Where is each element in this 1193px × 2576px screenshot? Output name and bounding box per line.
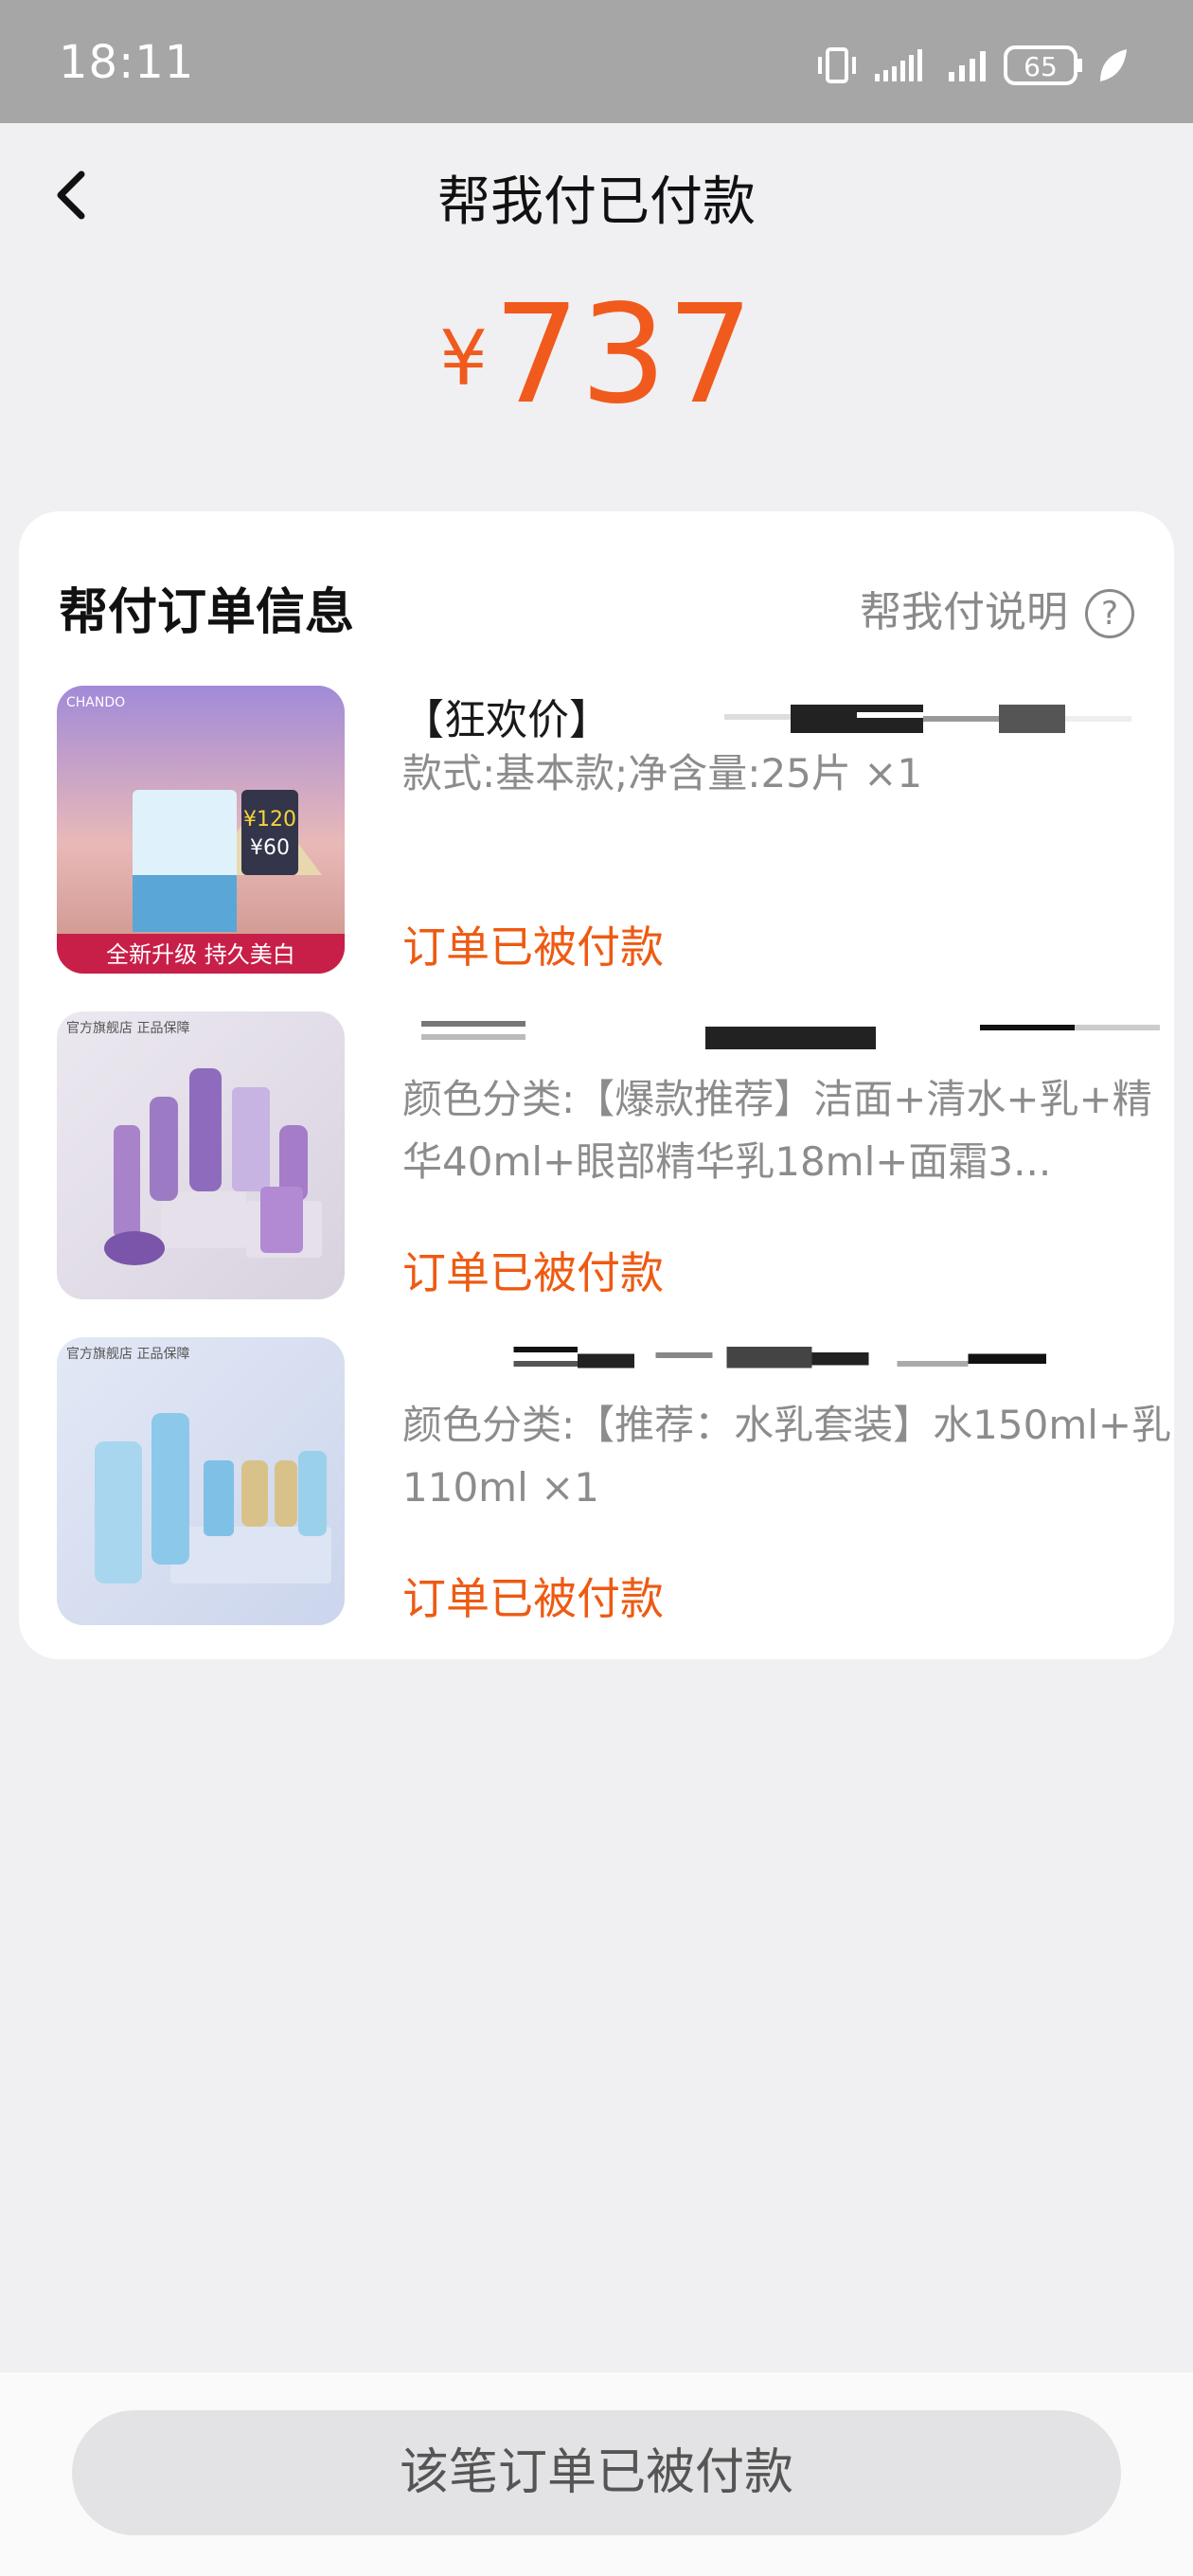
order-info-card: 帮付订单信息 帮我付说明? ¥120 ¥60 CHANDO 全新升级 持久美白 … bbox=[19, 511, 1174, 1659]
status-icons: 65 bbox=[816, 44, 1138, 91]
order-item[interactable]: ¥120 ¥60 CHANDO 全新升级 持久美白 【狂欢价】 款式:基本款;净… bbox=[57, 686, 1146, 974]
status-time: 18:11 bbox=[59, 36, 195, 89]
item-spec: 颜色分类:【推荐：水乳套装】水150ml+乳110ml ×1 bbox=[402, 1402, 1172, 1511]
product-image: 官方旗舰店 正品保障 bbox=[57, 1011, 345, 1299]
product-image: ¥120 ¥60 CHANDO 全新升级 持久美白 bbox=[57, 686, 345, 974]
item-title: 【狂欢价】 bbox=[402, 686, 1188, 744]
card-title: 帮付订单信息 bbox=[59, 584, 355, 641]
currency-symbol: ¥ bbox=[439, 314, 489, 402]
order-item-info: 【狂欢价】 款式:基本款;净含量:25片 ×1 订单已被付款 bbox=[402, 686, 1188, 973]
item-spec: 颜色分类:【爆款推荐】洁面+清水+乳+精华40ml+眼部精华乳18ml+面霜3.… bbox=[402, 1076, 1152, 1185]
item-title-text: 【狂欢价】 bbox=[402, 696, 611, 744]
order-item[interactable]: 官方旗舰店 正品保障 bbox=[57, 1011, 1160, 1299]
order-item[interactable]: 官方旗舰店 正品保障 bbox=[57, 1337, 1171, 1625]
item-status: 订单已被付款 bbox=[402, 921, 664, 973]
question-icon: ? bbox=[1085, 589, 1134, 638]
leaf-icon bbox=[1100, 49, 1127, 81]
redacted-text bbox=[421, 1021, 1160, 1049]
order-item-info: 颜色分类:【爆款推荐】洁面+清水+乳+精华40ml+眼部精华乳18ml+面霜3.… bbox=[402, 1011, 1188, 1298]
nav-bar: 帮我付已付款 bbox=[0, 123, 1193, 256]
status-bar: 18:11 65 bbox=[0, 0, 1193, 123]
thumb-badge: 官方旗舰店 正品保障 bbox=[66, 1347, 189, 1362]
order-paid-button[interactable]: 该笔订单已被付款 bbox=[72, 2410, 1121, 2535]
vibrate-icon bbox=[818, 47, 856, 83]
item-spec: 款式:基本款;净含量:25片 ×1 bbox=[402, 750, 923, 796]
order-item-info: 颜色分类:【推荐：水乳套装】水150ml+乳110ml ×1 订单已被付款 bbox=[402, 1337, 1188, 1624]
svg-text:65: 65 bbox=[1024, 51, 1058, 82]
item-status: 订单已被付款 bbox=[402, 1247, 664, 1298]
signal-2-icon bbox=[949, 51, 986, 81]
svg-text:¥120: ¥120 bbox=[243, 808, 296, 832]
page-title: 帮我付已付款 bbox=[437, 171, 756, 233]
thumb-brand: CHANDO bbox=[66, 695, 125, 710]
signal-icon bbox=[875, 49, 922, 81]
battery-icon: 65 bbox=[1004, 45, 1082, 85]
thumb-badge: 官方旗舰店 正品保障 bbox=[66, 1021, 189, 1036]
svg-text:¥60: ¥60 bbox=[250, 836, 290, 860]
item-title bbox=[402, 1011, 1188, 1068]
amount-value: 737 bbox=[493, 275, 754, 434]
help-link[interactable]: 帮我付说明? bbox=[860, 578, 1134, 638]
redacted-text bbox=[724, 705, 1131, 733]
paid-amount: ¥737 bbox=[0, 275, 1193, 434]
product-image: 官方旗舰店 正品保障 bbox=[57, 1337, 345, 1625]
item-title bbox=[402, 1337, 1188, 1394]
item-status: 订单已被付款 bbox=[402, 1573, 664, 1624]
thumb-banner: 全新升级 持久美白 bbox=[106, 941, 295, 968]
redacted-text bbox=[513, 1347, 1046, 1368]
help-label: 帮我付说明 bbox=[860, 588, 1068, 636]
bottom-bar: 该笔订单已被付款 bbox=[0, 2372, 1193, 2576]
